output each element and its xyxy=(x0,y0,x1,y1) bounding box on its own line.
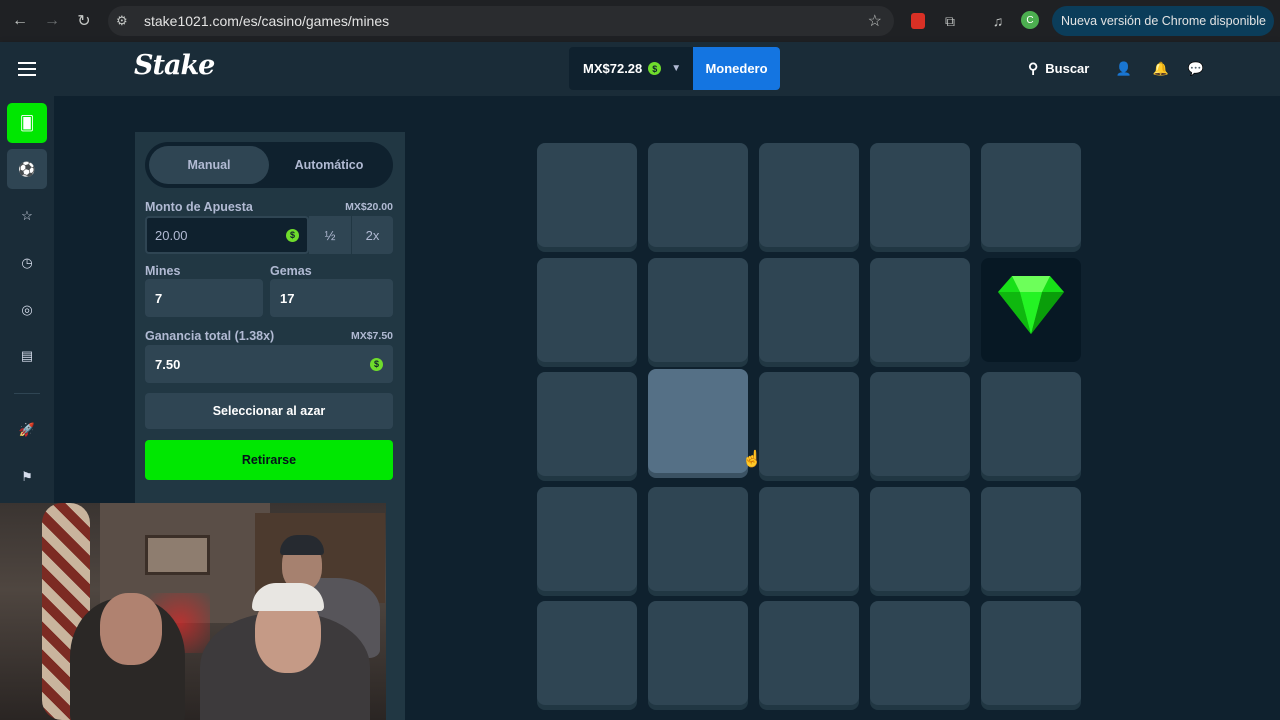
mine-tile[interactable] xyxy=(648,487,748,591)
back-icon[interactable]: ← xyxy=(6,7,34,35)
mine-tile[interactable] xyxy=(537,601,637,705)
mine-tile[interactable] xyxy=(759,487,859,591)
chevron-down-icon: ▼ xyxy=(671,63,682,74)
bookmark-star-icon[interactable]: ☆ xyxy=(868,11,882,31)
mines-board xyxy=(405,132,1213,720)
mines-value: 7 xyxy=(155,290,163,306)
profit-value: 7.50 xyxy=(155,356,181,372)
balance-amount: MX$72.28 xyxy=(583,61,643,76)
site-header: Stake MX$72.28 $ ▼ Monedero ⚲ Buscar 👤 🔔… xyxy=(0,42,1280,96)
mine-tile[interactable] xyxy=(648,369,748,473)
mine-tile[interactable] xyxy=(537,258,637,362)
mine-tile[interactable] xyxy=(870,372,970,476)
search-label: Buscar xyxy=(1045,61,1090,76)
gem-icon xyxy=(998,276,1064,334)
search-icon: ⚲ xyxy=(1028,60,1039,76)
webcam-face-left xyxy=(100,593,162,665)
mine-tile[interactable] xyxy=(537,372,637,476)
mine-tile[interactable] xyxy=(981,487,1081,591)
mine-tile[interactable] xyxy=(981,372,1081,476)
promotions-rocket-icon[interactable]: 🚀 xyxy=(17,420,37,440)
gems-label: Gemas xyxy=(270,264,312,278)
site-info-icon[interactable]: ⚙ xyxy=(116,13,136,29)
left-sidebar: 🂠 ⚽ ☆ ◷ ◎ ▤ 🚀 ⚑ xyxy=(0,96,54,503)
currency-coin-icon: $ xyxy=(286,228,299,242)
tab-manual[interactable]: Manual xyxy=(149,146,269,184)
mine-tile[interactable] xyxy=(870,487,970,591)
my-bets-icon[interactable]: ▤ xyxy=(17,346,37,366)
mine-tile[interactable] xyxy=(870,258,970,362)
mine-tile[interactable] xyxy=(759,258,859,362)
media-controls-icon[interactable]: ♫ xyxy=(986,9,1010,33)
mine-tile[interactable] xyxy=(759,372,859,476)
search-button[interactable]: ⚲ Buscar xyxy=(1028,60,1089,77)
webcam-overlay xyxy=(0,503,386,720)
user-icon[interactable]: 👤 xyxy=(1115,60,1133,78)
double-bet-button[interactable]: 2x xyxy=(351,216,393,254)
mines-field[interactable]: 7 xyxy=(145,279,263,317)
mine-tile[interactable] xyxy=(981,143,1081,247)
bet-amount-input[interactable]: 20.00 $ xyxy=(145,216,309,254)
mine-tile[interactable] xyxy=(537,143,637,247)
chrome-update-button[interactable]: Nueva versión de Chrome disponible xyxy=(1052,6,1274,36)
profile-avatar[interactable]: C xyxy=(1021,11,1039,29)
half-bet-button[interactable]: ½ xyxy=(309,216,351,254)
mine-tile[interactable] xyxy=(870,143,970,247)
currency-coin-icon: $ xyxy=(370,357,383,371)
mine-tile[interactable] xyxy=(870,601,970,705)
sports-nav-icon[interactable]: ⚽ xyxy=(7,149,47,189)
forward-icon[interactable]: → xyxy=(38,7,66,35)
favorites-star-icon[interactable]: ☆ xyxy=(17,206,37,226)
affiliate-icon[interactable]: ⚑ xyxy=(17,467,37,487)
bet-mode-tabs: Manual Automático xyxy=(145,142,393,188)
address-bar[interactable]: ⚙ stake1021.com/es/casino/games/mines ☆ xyxy=(108,6,894,36)
currency-coin-icon: $ xyxy=(648,62,662,75)
balance-selector[interactable]: MX$72.28 $ ▼ xyxy=(569,47,693,90)
mines-label: Mines xyxy=(145,264,181,278)
menu-hamburger-icon[interactable] xyxy=(16,59,38,79)
recent-history-icon[interactable]: ◷ xyxy=(17,253,37,273)
webcam-cap-back xyxy=(280,535,324,555)
mine-tile[interactable] xyxy=(759,143,859,247)
bet-amount-value: 20.00 xyxy=(155,227,188,243)
url-text: stake1021.com/es/casino/games/mines xyxy=(144,13,390,29)
bet-amount-display: MX$20.00 xyxy=(345,201,393,213)
gems-value: 17 xyxy=(280,290,295,306)
tab-automatic[interactable]: Automático xyxy=(269,146,389,184)
random-pick-button[interactable]: Seleccionar al azar xyxy=(145,393,393,429)
webcam-window xyxy=(145,535,210,575)
profit-display: MX$7.50 xyxy=(350,330,393,342)
mine-tile[interactable] xyxy=(648,258,748,362)
profit-label: Ganancia total (1.38x) xyxy=(145,329,275,343)
mine-tile[interactable] xyxy=(648,601,748,705)
reload-icon[interactable]: ↻ xyxy=(70,7,98,35)
sidebar-divider xyxy=(14,393,40,394)
pointer-cursor-icon: ☝ xyxy=(742,451,762,468)
profit-field: 7.50 $ xyxy=(145,345,393,383)
webcam-cap-right xyxy=(252,583,324,611)
bet-amount-label: Monto de Apuesta xyxy=(145,200,253,214)
extension-red-icon[interactable] xyxy=(906,9,930,33)
mine-tile[interactable] xyxy=(759,601,859,705)
mine-tile[interactable] xyxy=(648,143,748,247)
cashout-button[interactable]: Retirarse xyxy=(145,440,393,480)
mine-tile-gem[interactable] xyxy=(981,258,1081,362)
challenges-target-icon[interactable]: ◎ xyxy=(17,300,37,320)
chat-icon[interactable]: 💬 xyxy=(1187,60,1205,78)
stake-logo[interactable]: Stake xyxy=(134,50,215,81)
notifications-bell-icon[interactable]: 🔔 xyxy=(1152,60,1170,78)
wallet-button[interactable]: Monedero xyxy=(693,47,780,90)
browser-toolbar: ← → ↻ ⚙ stake1021.com/es/casino/games/mi… xyxy=(0,0,1280,42)
mine-tile[interactable] xyxy=(537,487,637,591)
casino-nav-icon[interactable]: 🂠 xyxy=(7,103,47,143)
extensions-puzzle-icon[interactable]: ⧉ xyxy=(938,9,962,33)
gems-field[interactable]: 17 xyxy=(270,279,393,317)
mine-tile[interactable] xyxy=(981,601,1081,705)
